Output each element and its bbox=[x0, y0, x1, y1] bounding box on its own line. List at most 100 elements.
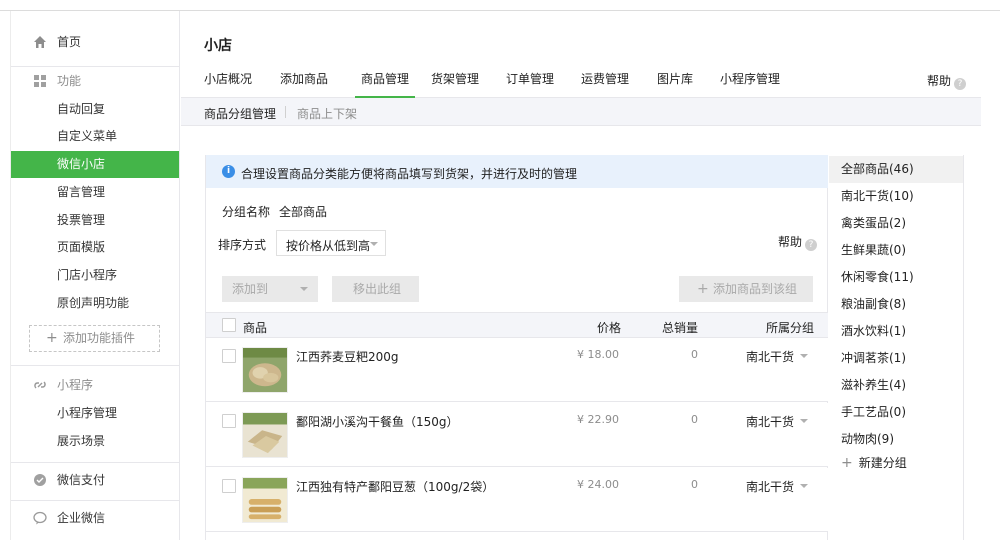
product-group-select[interactable]: 南北干货 bbox=[746, 413, 808, 430]
col-price: 价格 bbox=[597, 321, 622, 335]
product-group-value: 南北干货 bbox=[746, 480, 795, 494]
question-icon: ? bbox=[954, 78, 967, 90]
group-item[interactable]: 滋补养生(4) bbox=[829, 372, 963, 399]
sidebar-item-wechat-pay[interactable]: 微信支付 bbox=[11, 467, 179, 494]
sidebar-item-auto-reply[interactable]: 自动回复 bbox=[11, 96, 179, 123]
sort-select[interactable]: 按价格从低到高 bbox=[276, 230, 386, 256]
add-goods-to-group-button[interactable]: + 添加商品到该组 bbox=[679, 276, 813, 302]
product-sales: 0 bbox=[691, 413, 698, 426]
table-row: 江西荞麦豆粑200g ¥ 18.00 0 南北干货 bbox=[206, 338, 828, 402]
sidebar-item-label: 门店小程序 bbox=[57, 268, 118, 282]
group-item[interactable]: 手工艺品(0) bbox=[829, 399, 963, 426]
product-name[interactable]: 江西独有特产鄱阳豆葱（100g/2袋） bbox=[296, 478, 494, 495]
remove-label: 移出此组 bbox=[353, 282, 402, 296]
grid-icon bbox=[34, 75, 46, 87]
link-icon bbox=[34, 381, 46, 389]
add-plugin-button[interactable]: + 添加功能插件 bbox=[29, 325, 160, 352]
group-item[interactable]: 酒水饮料(1) bbox=[829, 318, 963, 345]
group-item[interactable]: 禽类蛋品(2) bbox=[829, 210, 963, 237]
sidebar-item-wechat-store[interactable]: 微信小店 bbox=[11, 151, 179, 178]
group-name-value: 全部商品 bbox=[279, 205, 328, 219]
add-to-dropdown[interactable]: 添加到 bbox=[222, 276, 318, 302]
group-item[interactable]: 冲调茗茶(1) bbox=[829, 345, 963, 372]
sidebar-item-votes[interactable]: 投票管理 bbox=[11, 207, 179, 234]
notice-text: 合理设置商品分类能方便将商品填写到货架，并进行及时的管理 bbox=[241, 167, 578, 181]
product-thumbnail[interactable] bbox=[242, 477, 288, 523]
tab-add-goods[interactable]: 添加商品 bbox=[280, 72, 328, 98]
group-item-label: 冲调茗茶(1) bbox=[841, 351, 906, 365]
group-item[interactable]: 动物肉(9) bbox=[829, 426, 963, 453]
sidebar-item-enterprise-wechat[interactable]: 企业微信 bbox=[11, 505, 179, 532]
plus-icon: + bbox=[46, 330, 58, 346]
tab-image-library[interactable]: 图片库 bbox=[657, 72, 693, 98]
divider bbox=[11, 66, 179, 67]
group-item-label: 禽类蛋品(2) bbox=[841, 216, 906, 230]
sidebar-group-label: 功能 bbox=[57, 74, 82, 88]
sidebar-item-original-declaration[interactable]: 原创声明功能 bbox=[11, 290, 179, 317]
product-name[interactable]: 江西荞麦豆粑200g bbox=[296, 348, 399, 365]
table-row: 鄱阳湖小溪沟干餐鱼（150g） ¥ 22.90 0 南北干货 bbox=[206, 403, 828, 467]
sidebar-item-store-miniprogram[interactable]: 门店小程序 bbox=[11, 262, 179, 289]
sidebar-item-page-templates[interactable]: 页面模版 bbox=[11, 234, 179, 261]
sidebar-item-home[interactable]: 首页 bbox=[11, 29, 179, 56]
chevron-down-icon bbox=[370, 242, 378, 246]
col-sales: 总销量 bbox=[662, 321, 699, 335]
tab-order-manage[interactable]: 订单管理 bbox=[506, 72, 554, 98]
remove-from-group-button[interactable]: 移出此组 bbox=[332, 276, 419, 302]
select-all-checkbox[interactable] bbox=[222, 318, 236, 332]
tab-shipping-manage[interactable]: 运费管理 bbox=[581, 72, 629, 98]
sidebar-item-custom-menu[interactable]: 自定义菜单 bbox=[11, 123, 179, 150]
product-price: ¥ 22.90 bbox=[577, 413, 619, 426]
sidebar-item-miniprogram-manage[interactable]: 小程序管理 bbox=[11, 400, 179, 427]
sidebar-item-comments[interactable]: 留言管理 bbox=[11, 179, 179, 206]
main-tabs: 小店概况 添加商品 商品管理 货架管理 订单管理 运费管理 图片库 小程序管理 bbox=[181, 66, 981, 98]
product-group-select[interactable]: 南北干货 bbox=[746, 348, 808, 365]
product-thumbnail[interactable] bbox=[242, 412, 288, 458]
group-item[interactable]: 南北干货(10) bbox=[829, 183, 963, 210]
divider bbox=[11, 462, 179, 463]
tab-miniprogram-manage[interactable]: 小程序管理 bbox=[720, 72, 780, 98]
group-item[interactable]: 粮油副食(8) bbox=[829, 291, 963, 318]
sidebar-item-label: 自动回复 bbox=[57, 102, 106, 116]
row-checkbox[interactable] bbox=[222, 414, 236, 428]
chevron-down-icon bbox=[800, 419, 808, 423]
group-list: 全部商品(46) 南北干货(10) 禽类蛋品(2) 生鲜果蔬(0) 休闲零食(1… bbox=[829, 155, 964, 540]
subtab-divider bbox=[285, 106, 286, 118]
home-icon bbox=[34, 36, 46, 48]
sidebar-item-label: 投票管理 bbox=[57, 213, 106, 227]
sidebar-item-label: 展示场景 bbox=[57, 434, 106, 448]
help-link-mid[interactable]: 帮助? bbox=[778, 233, 818, 251]
row-checkbox[interactable] bbox=[222, 479, 236, 493]
product-thumbnail[interactable] bbox=[242, 347, 288, 393]
help-link-top[interactable]: 帮助? bbox=[927, 72, 967, 90]
subtab-shelf-status[interactable]: 商品上下架 bbox=[297, 105, 357, 122]
goods-panel: i 合理设置商品分类能方便将商品填写到货架，并进行及时的管理 分组名称 全部商品… bbox=[205, 155, 828, 540]
group-item-label: 酒水饮料(1) bbox=[841, 324, 906, 338]
sidebar: 首页 功能 自动回复 自定义菜单 微信小店 留言管理 投票管理 页面模版 门店小… bbox=[10, 11, 180, 540]
add-goods-label: 添加商品到该组 bbox=[713, 282, 798, 296]
subtab-group-manage[interactable]: 商品分组管理 bbox=[204, 105, 276, 122]
question-icon: ? bbox=[805, 239, 818, 251]
chevron-down-icon bbox=[300, 287, 308, 291]
product-name[interactable]: 鄱阳湖小溪沟干餐鱼（150g） bbox=[296, 413, 459, 430]
add-plugin-label: 添加功能插件 bbox=[63, 331, 136, 345]
tab-goods-manage[interactable]: 商品管理 bbox=[355, 72, 415, 98]
group-item[interactable]: 全部商品(46) bbox=[829, 156, 963, 183]
group-item-label: 生鲜果蔬(0) bbox=[841, 243, 906, 257]
tab-shelf-manage[interactable]: 货架管理 bbox=[431, 72, 479, 98]
add-to-label: 添加到 bbox=[232, 282, 269, 296]
sort-label: 排序方式 bbox=[218, 238, 267, 252]
row-checkbox[interactable] bbox=[222, 349, 236, 363]
sub-tabs: 商品分组管理 商品上下架 bbox=[181, 98, 981, 126]
product-group-value: 南北干货 bbox=[746, 415, 795, 429]
tab-store-overview[interactable]: 小店概况 bbox=[204, 72, 252, 98]
sidebar-item-label: 原创声明功能 bbox=[57, 296, 130, 310]
sidebar-item-display-scenes[interactable]: 展示场景 bbox=[11, 428, 179, 455]
sidebar-item-label: 微信支付 bbox=[57, 473, 106, 487]
sidebar-item-label: 小程序管理 bbox=[57, 406, 118, 420]
new-group-button[interactable]: + 新建分组 bbox=[841, 454, 907, 471]
group-item[interactable]: 生鲜果蔬(0) bbox=[829, 237, 963, 264]
info-icon: i bbox=[222, 165, 235, 178]
product-group-select[interactable]: 南北干货 bbox=[746, 478, 808, 495]
group-item[interactable]: 休闲零食(11) bbox=[829, 264, 963, 291]
